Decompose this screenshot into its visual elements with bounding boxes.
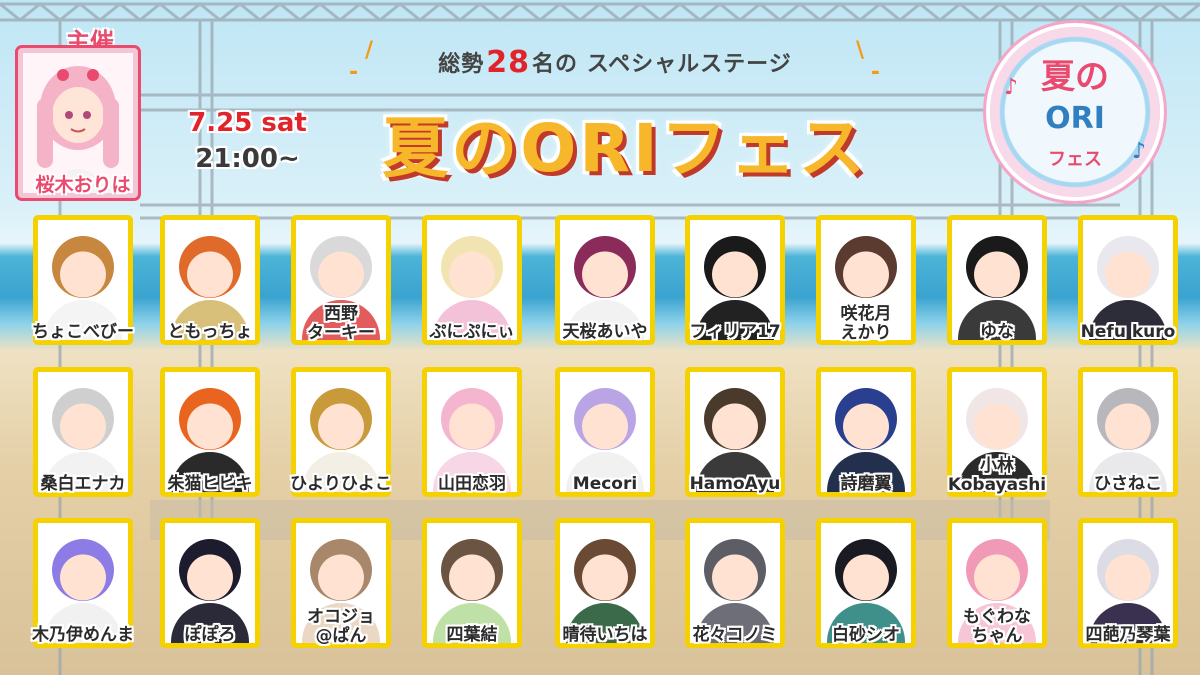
performer-avatar bbox=[52, 236, 114, 298]
performer-avatar bbox=[441, 539, 503, 601]
performer-avatar bbox=[310, 539, 372, 601]
performer-avatar bbox=[52, 539, 114, 601]
performer-name: Mecori bbox=[572, 474, 638, 494]
performer-name: ちょこべびー bbox=[32, 322, 134, 342]
performer-name: 白砂シオ bbox=[832, 625, 900, 645]
performer-name: ぷにぷにぃ bbox=[429, 322, 515, 342]
performer-name: ひさねこ bbox=[1094, 474, 1162, 494]
performer-avatar bbox=[52, 388, 114, 450]
performer-avatar bbox=[574, 539, 636, 601]
performer-name: オコジョ @ぱん bbox=[307, 607, 375, 646]
performer-name: 詩磨翼 bbox=[840, 474, 892, 494]
performer-name: 天桜あいや bbox=[562, 322, 648, 342]
performer-name: 花々コノミ bbox=[692, 625, 778, 645]
performer-avatar bbox=[310, 388, 372, 450]
performer-avatar bbox=[441, 388, 503, 450]
performer-name: 晴待いちは bbox=[562, 625, 648, 645]
performer-name: 小林 Kobayashi bbox=[947, 456, 1047, 495]
performer-name: ともっちょ bbox=[167, 322, 253, 342]
performer-name: 朱猫ヒビキ bbox=[167, 474, 253, 494]
performer-avatar bbox=[1097, 236, 1159, 298]
performer-avatar bbox=[1097, 539, 1159, 601]
performer-name: 四葩乃琴葉 bbox=[1085, 625, 1171, 645]
performer-avatar bbox=[835, 388, 897, 450]
performer-name: ぽぽろ bbox=[184, 625, 236, 645]
performer-name: HamoAyu bbox=[689, 474, 781, 494]
performer-name: ひよりひよこ bbox=[290, 474, 392, 494]
performer-avatar bbox=[179, 236, 241, 298]
performer-avatar bbox=[574, 388, 636, 450]
performer-avatar bbox=[966, 388, 1028, 450]
performer-avatar bbox=[179, 388, 241, 450]
performer-avatar bbox=[966, 539, 1028, 601]
performer-name: 西野 ターキー bbox=[307, 304, 375, 343]
performer-avatar bbox=[835, 539, 897, 601]
performer-avatar bbox=[704, 236, 766, 298]
performer-name: 山田恋羽 bbox=[438, 474, 506, 494]
performer-grid: ちょこべびー ともっちょ 西野 ターキー ぷにぷにぃ 天桜あいや フィリア17 咲花月 えか… bbox=[0, 0, 1200, 675]
performer-avatar bbox=[310, 236, 372, 298]
performer-avatar bbox=[1097, 388, 1159, 450]
performer-name: 桑白エナカ bbox=[40, 474, 126, 494]
performer-avatar bbox=[966, 236, 1028, 298]
performer-name: ゆな bbox=[980, 322, 1014, 342]
performer-avatar bbox=[835, 236, 897, 298]
performer-avatar bbox=[704, 388, 766, 450]
performer-avatar bbox=[441, 236, 503, 298]
performer-name: 咲花月 えかり bbox=[840, 304, 892, 343]
performer-avatar bbox=[574, 236, 636, 298]
performer-name: 木乃伊めんま bbox=[32, 625, 134, 645]
performer-avatar bbox=[704, 539, 766, 601]
performer-name: フィリア17 bbox=[689, 322, 781, 342]
performer-avatar bbox=[179, 539, 241, 601]
performer-name: 四葉結 bbox=[446, 625, 498, 645]
performer-name: もぐわな ちゃん bbox=[963, 607, 1031, 646]
performer-name: Nefu kuro bbox=[1080, 322, 1176, 342]
